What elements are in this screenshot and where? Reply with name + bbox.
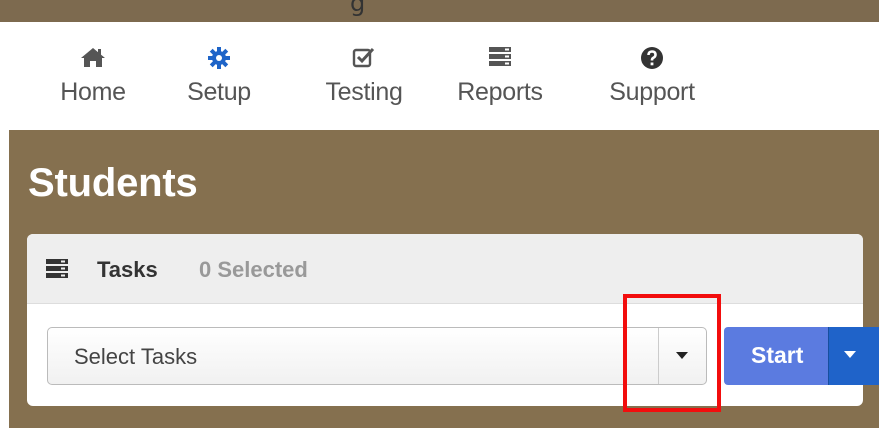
header-cut-title: g [350,0,366,17]
nav-label-home: Home [60,78,126,106]
header-bar [0,0,879,22]
nav-item-testing[interactable]: Testing [314,42,414,112]
nav-label-setup: Setup [187,78,251,106]
nav-item-home[interactable]: Home [51,42,135,112]
question-circle-icon [595,46,709,76]
nav-label-reports: Reports [457,78,543,106]
caret-down-icon [844,351,856,358]
nav-label-testing: Testing [325,78,403,106]
tasks-title: Tasks [97,257,158,282]
main-nav: Home Setup Testing Reports Support [9,26,879,130]
selected-count: 0 Selected [199,257,308,282]
select-tasks-dropdown[interactable]: Select Tasks [47,327,707,385]
highlight-annotation [623,294,721,412]
main-content: Students Tasks 0 Selected Select Tasks S… [9,130,879,428]
checkbox-icon [314,46,414,76]
start-button-label: Start [751,342,804,368]
nav-item-setup[interactable]: Setup [177,42,261,112]
start-dropdown-button[interactable] [828,327,879,385]
nav-item-reports[interactable]: Reports [443,42,557,112]
tasks-panel-header: Tasks 0 Selected [27,234,863,304]
gear-icon [177,46,261,76]
nav-item-support[interactable]: Support [595,42,709,112]
top-strip: g [0,0,879,26]
home-icon [51,46,135,76]
server-icon [45,258,69,283]
start-button[interactable]: Start [724,327,828,385]
page-title: Students [28,161,198,205]
nav-label-support: Support [609,78,695,106]
left-edge [0,22,9,428]
select-tasks-value: Select Tasks [74,344,198,369]
server-icon [443,46,557,76]
